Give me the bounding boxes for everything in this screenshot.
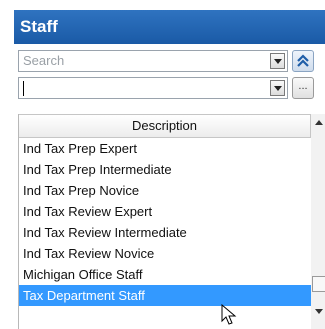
search-input[interactable] [23,51,268,70]
staff-combo-dropdown-button[interactable] [270,80,285,96]
ellipsis-button[interactable]: ... [292,77,314,99]
double-chevron-up-icon [297,54,309,67]
text-cursor [23,81,24,97]
description-column-header[interactable]: Description [19,114,311,138]
list-item[interactable]: Ind Tax Review Novice [19,243,311,264]
staff-combo-field[interactable] [18,77,288,99]
panel-title: Staff [14,10,325,44]
mouse-pointer-icon [221,304,237,325]
list-item[interactable]: Ind Tax Prep Expert [19,138,311,159]
list-item[interactable]: Ind Tax Review Expert [19,201,311,222]
vertical-scrollbar[interactable] [311,114,325,329]
search-row [18,50,319,74]
list-item[interactable]: Ind Tax Prep Intermediate [19,159,311,180]
search-field[interactable] [18,50,288,72]
staff-panel: Staff ... Description Ind Tax Prep Exper… [14,10,325,329]
scroll-up-arrow-icon[interactable] [315,120,323,125]
combo-row: ... [18,77,319,101]
list-item[interactable]: Michigan Office Staff [19,264,311,285]
list-item[interactable]: Ind Tax Review Intermediate [19,222,311,243]
scroll-down-arrow-icon[interactable] [315,309,323,314]
list-items: Ind Tax Prep Expert Ind Tax Prep Interme… [19,138,311,306]
scrollbar-thumb[interactable] [312,276,325,292]
list-item[interactable]: Ind Tax Prep Novice [19,180,311,201]
list-item-selected[interactable]: Tax Department Staff [19,285,311,306]
staff-dropdown-list[interactable]: Description Ind Tax Prep Expert Ind Tax … [18,114,325,329]
collapse-button[interactable] [292,50,314,72]
search-dropdown-button[interactable] [270,53,285,69]
